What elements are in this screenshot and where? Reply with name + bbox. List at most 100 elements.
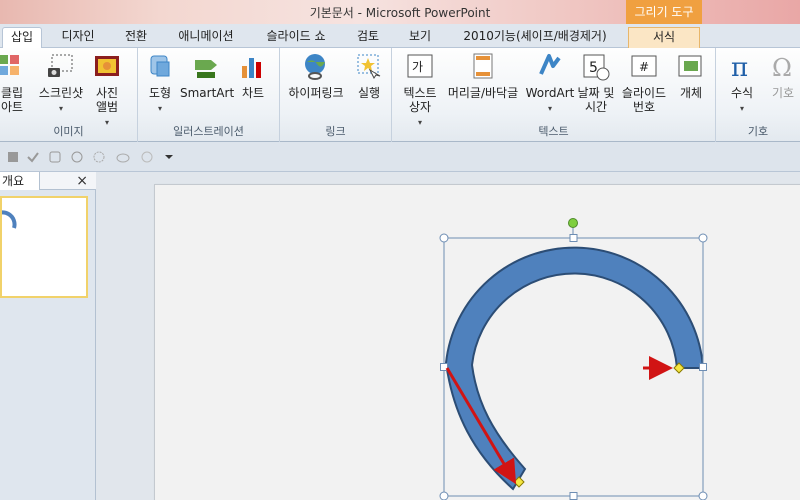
textbox-button[interactable]: 가 텍스트 상자 ▾ xyxy=(400,52,440,130)
date-time-icon: 5 xyxy=(583,54,610,81)
resize-handle-right[interactable] xyxy=(699,363,707,371)
resize-handle-tl[interactable] xyxy=(439,233,449,243)
tab-outline[interactable]: 개요 xyxy=(0,172,40,190)
symbol-label: 기호 xyxy=(771,86,795,100)
photo-album-button[interactable]: 사진 앨범 ▾ xyxy=(90,52,124,130)
action-label: 실행 xyxy=(357,86,381,100)
date-time-button[interactable]: 5 날짜 및 시간 xyxy=(576,52,616,114)
chevron-down-icon: ▾ xyxy=(58,104,63,113)
group-symbols-label: 기호 xyxy=(747,125,769,138)
slide-editor xyxy=(96,172,800,500)
equation-button[interactable]: π 수식 ▾ xyxy=(724,52,760,116)
equation-icon: π xyxy=(731,53,748,82)
wordart-icon xyxy=(539,54,561,75)
resize-handle-tr[interactable] xyxy=(698,233,708,243)
tab-insert[interactable]: 삽입 xyxy=(2,27,42,48)
slide-number-glyph: # xyxy=(639,60,649,74)
tab-format[interactable]: 서식 xyxy=(628,27,700,48)
slide-canvas[interactable] xyxy=(154,184,800,500)
symbol-button[interactable]: Ω 기호 xyxy=(766,52,800,100)
object-icon xyxy=(678,55,702,77)
tab-review[interactable]: 검토 xyxy=(348,27,388,48)
screenshot-icon xyxy=(48,54,73,77)
hyperlink-button[interactable]: 하이퍼링크 xyxy=(284,52,348,100)
screenshot-button[interactable]: 스크린샷 ▾ xyxy=(34,52,88,116)
smartart-button[interactable]: SmartArt xyxy=(180,52,235,100)
group-links-label: 링크 xyxy=(325,125,346,138)
smartart-label: SmartArt xyxy=(180,86,235,100)
symbol-glyph: Ω xyxy=(772,54,792,82)
group-images-label: 이미지 xyxy=(53,125,84,138)
photo-album-label: 사진 앨범 xyxy=(95,86,119,114)
equation-glyph: π xyxy=(731,53,748,82)
clip-art-button[interactable]: 클립 아트 xyxy=(0,52,30,114)
chevron-down-icon[interactable] xyxy=(162,150,176,164)
clip-art-icon xyxy=(0,55,19,75)
group-illustrations: 도형 ▾ SmartArt 차트 일러스트레이션 xyxy=(138,48,280,142)
tab-2010-features[interactable]: 2010기능(셰이프/배경제거) xyxy=(455,27,615,48)
screenshot-label: 스크린샷 xyxy=(38,86,84,100)
date-time-label: 날짜 및 시간 xyxy=(577,86,615,114)
resize-handle-br[interactable] xyxy=(698,491,708,500)
resize-handle-bottom[interactable] xyxy=(569,492,578,500)
ribbon: 클립 아트 스크린샷 ▾ 사진 앨범 ▾ 이미지 도형 ▾ SmartArt 차… xyxy=(0,48,800,142)
object-label: 개체 xyxy=(679,86,703,100)
close-icon[interactable]: × xyxy=(76,172,88,190)
tab-transitions[interactable]: 전환 xyxy=(115,27,157,48)
wordart-button[interactable]: WordArt ▾ xyxy=(524,52,576,116)
cloud-icon[interactable] xyxy=(116,150,130,164)
shapes-icon xyxy=(150,55,170,77)
hyperlink-label: 하이퍼링크 xyxy=(288,86,344,100)
symbol-icon: Ω xyxy=(772,54,792,82)
group-text: 가 텍스트 상자 ▾ 머리글/바닥글 WordArt ▾ 5 날짜 및 시간 #… xyxy=(392,48,716,142)
chevron-down-icon: ▾ xyxy=(157,104,162,113)
header-footer-icon xyxy=(473,53,493,79)
slide-number-label: 슬라이드 번호 xyxy=(621,86,667,114)
photo-album-icon xyxy=(95,56,119,76)
title-bar: 기본문서 - Microsoft PowerPoint 그리기 도구 xyxy=(0,0,800,24)
chevron-down-icon: ▾ xyxy=(739,104,744,113)
shapes-label: 도형 xyxy=(148,86,172,100)
group-symbols: π 수식 ▾ Ω 기호 기호 xyxy=(716,48,800,142)
shape-icon[interactable] xyxy=(48,150,62,164)
rotation-handle[interactable] xyxy=(568,218,578,228)
check-icon[interactable] xyxy=(26,150,40,164)
textbox-label: 텍스트 상자 xyxy=(403,86,437,114)
chart-label: 차트 xyxy=(241,86,265,100)
slide-number-icon: # xyxy=(631,55,657,77)
chart-button[interactable]: 차트 xyxy=(236,52,270,100)
group-images: 클립 아트 스크린샷 ▾ 사진 앨범 ▾ 이미지 xyxy=(0,48,138,142)
resize-handle-bl[interactable] xyxy=(439,491,449,500)
textbox-icon: 가 xyxy=(407,54,433,78)
action-button[interactable]: 실행 xyxy=(352,52,386,100)
header-footer-label: 머리글/바닥글 xyxy=(447,86,519,100)
resize-handle-top[interactable] xyxy=(569,234,578,242)
shapes-button[interactable]: 도형 ▾ xyxy=(142,52,178,116)
object-button[interactable]: 개체 xyxy=(674,52,708,100)
gear-icon[interactable] xyxy=(92,150,106,164)
slide-thumbnail[interactable] xyxy=(0,196,88,298)
tab-design[interactable]: 디자인 xyxy=(52,27,104,48)
pane-header: 개요 × xyxy=(0,172,96,190)
ribbon-tab-row: 삽입 디자인 전환 애니메이션 슬라이드 쇼 검토 보기 2010기능(셰이프/… xyxy=(0,24,800,48)
group-links: 하이퍼링크 실행 링크 xyxy=(280,48,392,142)
smartart-icon xyxy=(195,60,217,78)
header-footer-button[interactable]: 머리글/바닥글 xyxy=(444,52,522,100)
shape-outline-icon[interactable] xyxy=(140,150,154,164)
slides-outline-pane: 개요 × xyxy=(0,172,96,500)
chevron-down-icon: ▾ xyxy=(547,104,552,113)
drawing-tools-context-label: 그리기 도구 xyxy=(626,0,702,24)
clip-art-label: 클립 아트 xyxy=(0,86,24,114)
circle-icon[interactable] xyxy=(70,150,84,164)
quick-access-toolbar xyxy=(0,142,800,172)
chart-icon xyxy=(242,58,261,78)
tab-animations[interactable]: 애니메이션 xyxy=(170,27,242,48)
slide-number-button[interactable]: # 슬라이드 번호 xyxy=(618,52,670,114)
grip-icon[interactable] xyxy=(6,150,20,164)
wordart-label: WordArt xyxy=(525,86,575,100)
equation-label: 수식 xyxy=(730,86,754,100)
textbox-glyph: 가 xyxy=(412,60,423,74)
tab-view[interactable]: 보기 xyxy=(400,27,440,48)
tab-slideshow[interactable]: 슬라이드 쇼 xyxy=(258,27,334,48)
group-illustrations-label: 일러스트레이션 xyxy=(173,125,244,138)
